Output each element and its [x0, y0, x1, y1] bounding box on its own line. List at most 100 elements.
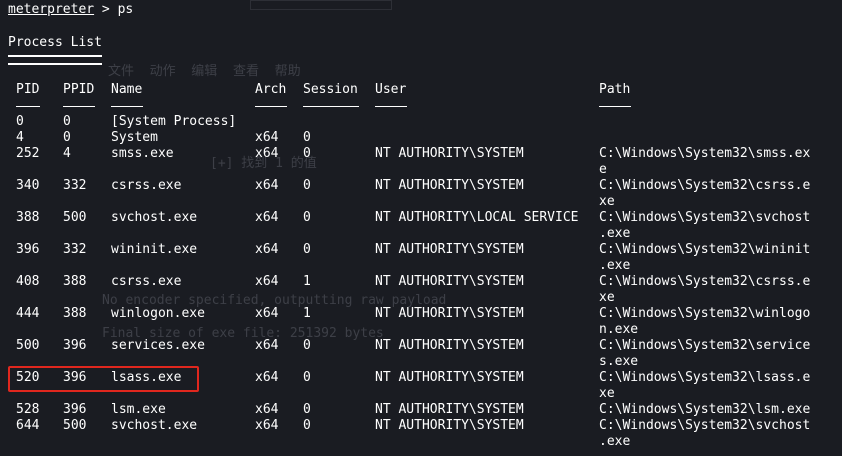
cell-user: NT AUTHORITY\SYSTEM [375, 146, 524, 161]
cell-arch: x64 [255, 338, 279, 353]
cell-pid: 4 [16, 130, 24, 145]
cell-path: C:\Windows\System32\smss.ex [599, 146, 811, 161]
cell-path: C:\Windows\System32\svchost [599, 418, 811, 433]
cell-path: C:\Windows\System32\wininit [599, 242, 811, 257]
header-session: Session [303, 82, 358, 97]
terminal-prompt: meterpreter > ps [8, 2, 133, 18]
cell-ppid: 4 [63, 146, 71, 161]
cell-ppid: 0 [63, 130, 71, 145]
cell-path-wrap: xe [599, 290, 615, 305]
cell-session: 0 [303, 370, 311, 385]
cell-path: C:\Windows\System32\csrss.e [599, 178, 811, 193]
header-ppid: PPID [63, 82, 95, 97]
cell-ppid: 388 [63, 274, 87, 289]
cell-path-wrap: .exe [599, 258, 631, 273]
cell-name: lsm.exe [111, 402, 166, 417]
cell-name: svchost.exe [111, 210, 198, 225]
cell-session: 0 [303, 130, 311, 145]
cell-arch: x64 [255, 418, 279, 433]
cell-name: winlogon.exe [111, 306, 205, 321]
cell-arch: x64 [255, 242, 279, 257]
cell-pid: 408 [16, 274, 40, 289]
cell-pid: 252 [16, 146, 40, 161]
cell-session: 0 [303, 146, 311, 161]
cell-name: csrss.exe [111, 274, 182, 289]
cell-arch: x64 [255, 274, 279, 289]
cell-arch: x64 [255, 146, 279, 161]
cell-ppid: 0 [63, 114, 71, 129]
cell-path: C:\Windows\System32\lsm.exe [599, 402, 811, 417]
cell-path-wrap: e [599, 162, 607, 177]
cell-path-wrap: xe [599, 386, 615, 401]
cell-session: 1 [303, 306, 311, 321]
cell-ppid: 500 [63, 418, 87, 433]
cell-name: services.exe [111, 338, 205, 353]
header-user: User [375, 82, 407, 97]
cell-pid: 396 [16, 242, 40, 257]
cell-arch: x64 [255, 130, 279, 145]
cell-pid: 340 [16, 178, 40, 193]
cell-user: NT AUTHORITY\SYSTEM [375, 274, 524, 289]
cell-path-wrap: .exe [599, 226, 631, 241]
cell-user: NT AUTHORITY\SYSTEM [375, 306, 524, 321]
cell-name: wininit.exe [111, 242, 198, 257]
prompt-meterpreter: meterpreter [8, 2, 95, 17]
cell-user: NT AUTHORITY\SYSTEM [375, 402, 524, 417]
cell-arch: x64 [255, 178, 279, 193]
cell-arch: x64 [255, 306, 279, 321]
cell-user: NT AUTHORITY\SYSTEM [375, 178, 524, 193]
cell-user: NT AUTHORITY\LOCAL SERVICE [375, 210, 579, 225]
title-underline [8, 55, 102, 65]
cell-path: C:\Windows\System32\lsass.e [599, 370, 811, 385]
cell-arch: x64 [255, 402, 279, 417]
prompt-command: > ps [94, 2, 134, 17]
cell-pid: 0 [16, 114, 24, 129]
cell-name: smss.exe [111, 146, 174, 161]
cell-arch: x64 [255, 370, 279, 385]
header-user-underline [375, 106, 407, 107]
cell-session: 0 [303, 242, 311, 257]
cell-session: 1 [303, 274, 311, 289]
cell-ppid: 396 [63, 402, 87, 417]
cell-path: C:\Windows\System32\winlogo [599, 306, 811, 321]
header-arch: Arch [255, 82, 287, 97]
cell-user: NT AUTHORITY\SYSTEM [375, 418, 524, 433]
cell-session: 0 [303, 338, 311, 353]
process-list-title: Process List [8, 35, 102, 50]
cell-path-wrap: xe [599, 194, 615, 209]
cell-session: 0 [303, 402, 311, 417]
cell-name: svchost.exe [111, 418, 198, 433]
cell-name: System [111, 130, 158, 145]
header-path: Path [599, 82, 631, 97]
ghost-menu-text: 文件 动作 编辑 查看 帮助 [108, 64, 301, 79]
cell-pid: 644 [16, 418, 40, 433]
cell-session: 0 [303, 210, 311, 225]
cell-user: NT AUTHORITY\SYSTEM [375, 338, 524, 353]
header-name-underline [111, 106, 143, 107]
cell-arch: x64 [255, 210, 279, 225]
header-path-underline [599, 106, 631, 107]
cell-pid: 444 [16, 306, 40, 321]
cell-session: 0 [303, 178, 311, 193]
lsass-highlight-box [8, 366, 199, 392]
cell-session: 0 [303, 418, 311, 433]
cell-pid: 388 [16, 210, 40, 225]
cell-path-wrap: n.exe [599, 322, 639, 337]
cell-name: [System Process] [111, 114, 237, 129]
header-name: Name [111, 82, 143, 97]
cell-user: NT AUTHORITY\SYSTEM [375, 370, 524, 385]
cell-ppid: 332 [63, 178, 87, 193]
header-session-underline [303, 106, 359, 107]
cell-path-wrap: s.exe [599, 354, 639, 369]
cell-ppid: 332 [63, 242, 87, 257]
cell-path: C:\Windows\System32\svchost [599, 210, 811, 225]
cell-pid: 500 [16, 338, 40, 353]
cell-ppid: 388 [63, 306, 87, 321]
cell-pid: 528 [16, 402, 40, 417]
header-ppid-underline [63, 106, 95, 107]
cell-path-wrap: .exe [599, 434, 631, 449]
cell-user: NT AUTHORITY\SYSTEM [375, 242, 524, 257]
header-pid-underline [16, 106, 40, 107]
header-arch-underline [255, 106, 287, 107]
cell-name: csrss.exe [111, 178, 182, 193]
